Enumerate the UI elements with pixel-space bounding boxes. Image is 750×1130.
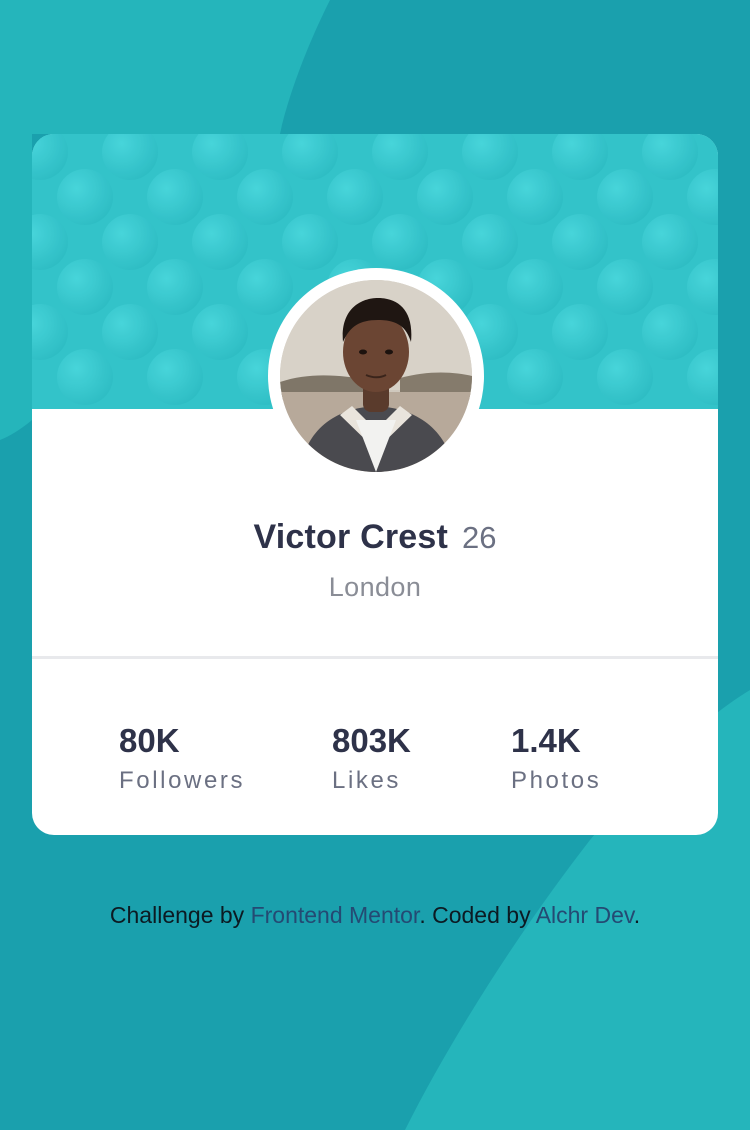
- avatar-frame: [268, 268, 484, 484]
- attribution-prefix: Challenge by: [109, 902, 251, 928]
- stat-value: 803K: [332, 722, 411, 759]
- stat-label: Followers: [119, 767, 246, 794]
- stat-label: Likes: [332, 767, 402, 794]
- stat-value: 1.4K: [511, 722, 581, 759]
- avatar: [280, 280, 472, 472]
- author-link[interactable]: Alchr Dev: [536, 902, 634, 928]
- attribution: Challenge by Frontend Mentor. Coded by A…: [0, 902, 750, 929]
- stat-followers: 80K Followers: [119, 724, 245, 793]
- stat-likes: 803K Likes: [332, 724, 411, 793]
- stat-value: 80K: [119, 722, 180, 759]
- profile-card: Victor Crest 26 London 80K Followers 803K…: [32, 134, 718, 835]
- stat-label: Photos: [511, 767, 602, 794]
- name-row: Victor Crest 26: [32, 518, 718, 557]
- profile-city: London: [328, 572, 422, 602]
- frontend-mentor-link[interactable]: Frontend Mentor: [251, 902, 420, 928]
- attribution-middle: . Coded by: [419, 902, 536, 928]
- stat-photos: 1.4K Photos: [511, 724, 601, 793]
- profile-age: 26: [462, 520, 497, 555]
- attribution-suffix: .: [633, 902, 641, 928]
- divider: [32, 656, 718, 659]
- profile-photo-icon: [280, 280, 472, 472]
- profile-name: Victor Crest: [253, 518, 449, 556]
